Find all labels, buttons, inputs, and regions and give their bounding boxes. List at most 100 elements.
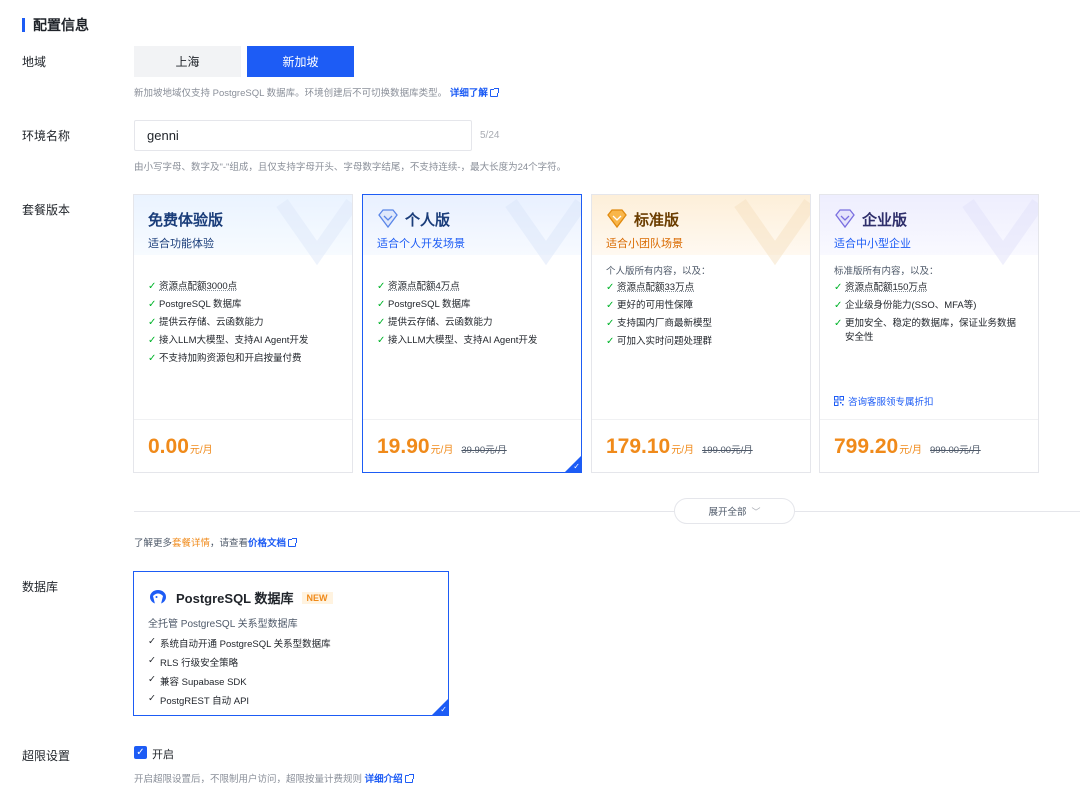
- region-option-shanghai[interactable]: 上海: [134, 46, 241, 77]
- plan-decoration-icon: [734, 198, 810, 266]
- consult-discount-text: 咨询客服领专属折扣: [848, 397, 934, 408]
- plan-feature: ✓ 支持国内厂商最新模型: [606, 317, 796, 331]
- external-link-icon: [489, 88, 499, 97]
- plan-more-prefix: 了解更多: [134, 538, 173, 549]
- plan-feature-text: 提供云存储、云函数能力: [159, 317, 264, 328]
- plan-price-unit: 元/月: [430, 445, 454, 456]
- plan-details-link[interactable]: 套餐详情: [172, 538, 210, 549]
- check-icon: ✓: [834, 318, 843, 329]
- plan-card-free[interactable]: 免费体验版 适合功能体验 ✓ 资源点配额3000点 ✓ PostgreSQL 数据库…: [133, 194, 353, 473]
- plan-original-price: 999.00元/月: [930, 445, 981, 456]
- env-name-input[interactable]: genni: [134, 120, 472, 151]
- database-title: PostgreSQL 数据库: [176, 591, 294, 606]
- check-icon: ✓: [377, 317, 386, 328]
- price-doc-text: 价格文档: [248, 538, 287, 549]
- database-feature-text: RLS 行级安全策略: [160, 658, 239, 669]
- plan-feature: ✓ 不支持加购资源包和开启按量付费: [148, 352, 338, 366]
- expand-all-button[interactable]: 展开全部 ﹀: [674, 498, 795, 524]
- region-label: 地域: [22, 55, 47, 69]
- check-icon: ✓: [606, 318, 615, 329]
- check-icon: ✓: [148, 655, 156, 666]
- overlimit-checkbox[interactable]: ✓: [134, 746, 147, 759]
- region-option-singapore[interactable]: 新加坡: [247, 46, 354, 77]
- database-feature-text: PostgREST 自动 API: [160, 696, 250, 707]
- plan-card-standard[interactable]: 标准版 适合小团队场景 个人版所有内容，以及： ✓ 资源点配额33万点 ✓ 更好的可…: [591, 194, 811, 473]
- plan-card-enterprise[interactable]: 企业版 适合中小型企业 标准版所有内容，以及： ✓ 资源点配额150万点 ✓ 企业级…: [819, 194, 1039, 473]
- check-icon: ✓: [148, 353, 157, 364]
- plan-feature: ✓ 接入LLM大模型、支持AI Agent开发: [148, 334, 338, 348]
- check-icon: ✓: [148, 335, 157, 346]
- plan-feature-text: 资源点配额150万点: [845, 282, 928, 293]
- check-icon: ✓: [834, 300, 843, 311]
- plan-feature: ✓ 提供云存储、云函数能力: [148, 316, 338, 330]
- consult-discount-link[interactable]: 咨询客服领专属折扣: [834, 394, 934, 408]
- plan-original-price: 199.00元/月: [702, 445, 753, 456]
- database-card-postgresql[interactable]: PostgreSQL 数据库 NEW 全托管 PostgreSQL 关系型数据库…: [133, 571, 449, 716]
- region-learn-more-text: 详细了解: [449, 88, 488, 99]
- plan-price-value: 799.20: [834, 435, 899, 458]
- plan-feature-text: 提供云存储、云函数能力: [388, 317, 493, 328]
- plan-feature: ✓ 可加入实时问题处理群: [606, 335, 796, 349]
- check-icon: ✓: [440, 705, 447, 714]
- region-hint: 新加坡地域仅支持 PostgreSQL 数据库。环境创建后不可切换数据库类型。 …: [134, 85, 499, 99]
- expand-divider: [134, 511, 1080, 512]
- plan-feature-text: 更好的可用性保障: [617, 300, 694, 311]
- env-name-value: genni: [147, 128, 179, 143]
- plan-decoration-icon: [276, 198, 352, 266]
- database-label: 数据库: [22, 580, 59, 594]
- plan-feature-text: 接入LLM大模型、支持AI Agent开发: [159, 335, 309, 346]
- plan-feature-text: PostgreSQL 数据库: [159, 299, 242, 310]
- check-icon: ✓: [377, 299, 386, 310]
- check-icon: ✓: [377, 281, 386, 292]
- section-header: 配置信息: [22, 15, 89, 35]
- diamond-icon: [835, 209, 855, 229]
- check-icon: ✓: [148, 674, 156, 685]
- plan-feature: ✓ 企业级身份能力(SSO、MFA等): [834, 299, 1024, 313]
- check-icon: ✓: [136, 747, 145, 758]
- database-feature: ✓ 系统自动开通 PostgreSQL 关系型数据库: [148, 636, 434, 650]
- plan-feature-text: 资源点配额3000点: [159, 281, 238, 292]
- plan-feature: ✓ PostgreSQL 数据库: [377, 298, 567, 312]
- plan-header: 企业版 适合中小型企业: [820, 195, 1038, 266]
- overlimit-hint: 开启超限设置后，不限制用户访问，超限按量计费规则 详细介绍: [134, 771, 414, 785]
- check-icon: ✓: [148, 636, 156, 647]
- plan-feature-text: 企业级身份能力(SSO、MFA等): [845, 300, 977, 311]
- database-feature: ✓ RLS 行级安全策略: [148, 655, 434, 669]
- overlimit-details-text: 详细介绍: [364, 774, 403, 785]
- plan-feature: ✓ 资源点配额4万点: [377, 280, 567, 294]
- env-name-char-count: 5/24: [480, 130, 500, 141]
- plan-name-text: 个人版: [405, 211, 451, 229]
- qr-code-icon: [834, 396, 844, 406]
- postgresql-icon: [150, 589, 166, 604]
- check-icon: ✓: [606, 300, 615, 311]
- overlimit-details-link[interactable]: 详细介绍: [364, 774, 414, 785]
- plan-feature: ✓ 资源点配额33万点: [606, 281, 796, 295]
- overlimit-checkbox-label[interactable]: 开启: [152, 746, 174, 762]
- plan-name-text: 标准版: [634, 211, 680, 229]
- price-doc-link[interactable]: 价格文档: [248, 538, 298, 549]
- plan-price-unit: 元/月: [899, 445, 923, 456]
- selected-corner-mark: ✓: [432, 699, 448, 715]
- plan-price-value: 19.90: [377, 435, 430, 458]
- check-icon: ✓: [148, 299, 157, 310]
- overlimit-hint-text: 开启超限设置后，不限制用户访问，超限按量计费规则: [134, 774, 363, 785]
- plan-price: 799.20 元/月 999.00元/月: [834, 435, 981, 459]
- plan-header: 免费体验版 适合功能体验: [134, 195, 352, 266]
- env-name-label: 环境名称: [22, 129, 71, 143]
- plan-label: 套餐版本: [22, 203, 71, 217]
- check-icon: ✓: [834, 282, 843, 293]
- plan-feature-text: 支持国内厂商最新模型: [617, 318, 713, 329]
- plan-original-price: 39.90元/月: [461, 445, 507, 456]
- plan-feature: ✓ 更加安全、稳定的数据库，保证业务数据安全性: [834, 317, 1024, 345]
- external-link-icon: [404, 774, 414, 783]
- check-icon: ✓: [606, 282, 615, 293]
- region-learn-more-link[interactable]: 详细了解: [449, 88, 499, 99]
- plan-price: 19.90 元/月 39.90元/月: [377, 435, 507, 459]
- plan-price: 179.10 元/月 199.00元/月: [606, 435, 753, 459]
- plan-more-info: 了解更多套餐详情，请查看价格文档: [134, 535, 298, 549]
- plan-card-personal[interactable]: 个人版 适合个人开发场景 ✓ 资源点配额4万点 ✓ PostgreSQL 数据库 ✓…: [362, 194, 582, 473]
- plan-feature-text: 可加入实时问题处理群: [617, 336, 713, 347]
- plan-price-value: 0.00: [148, 435, 189, 458]
- overlimit-label: 超限设置: [22, 749, 71, 763]
- selected-corner-mark: ✓: [565, 456, 581, 472]
